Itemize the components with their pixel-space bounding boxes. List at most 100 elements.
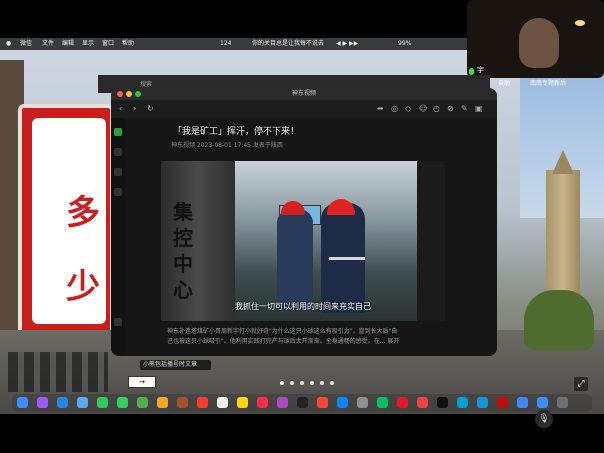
wallpaper-red-sign: 多 少 xyxy=(18,104,114,340)
dock-safari-icon[interactable] xyxy=(57,397,68,408)
dock-music-icon[interactable] xyxy=(257,397,268,408)
dock-photos-icon[interactable] xyxy=(157,397,168,408)
dock-finder-icon[interactable] xyxy=(17,397,28,408)
dock-bilibili-icon[interactable] xyxy=(457,397,468,408)
info-icon[interactable]: ▣ xyxy=(475,103,483,115)
history-icon[interactable]: ◴ xyxy=(433,103,440,115)
apple-icon[interactable]: ● xyxy=(6,38,11,50)
reflective-stripe xyxy=(329,257,365,260)
article-meta: 神东视频 2023-08-01 17:45 发表于陕西 xyxy=(171,142,283,149)
right-label-1[interactable]: 自助 xyxy=(498,80,510,87)
dock-launchpad-icon[interactable] xyxy=(37,397,48,408)
dock xyxy=(12,394,592,412)
edit-icon[interactable]: ✎ xyxy=(461,103,468,115)
page-dot[interactable] xyxy=(300,381,304,385)
video-window: 神东视频 ‹ › ↻ ➦ ◎ ◇ ☺ ◴ ⊘ ✎ ▣ 「我是矿工」挥汗，停不下来… xyxy=(111,88,497,356)
right-sidebar-labels: 自助 南南专题新后 xyxy=(498,78,566,87)
page-dot[interactable] xyxy=(280,381,284,385)
mic-off-icon[interactable]: 🎙 xyxy=(535,410,553,428)
dock-tv-icon[interactable] xyxy=(297,397,308,408)
vertical-sign-text: 集 控 中 心 xyxy=(171,199,195,303)
dock-appstore-icon[interactable] xyxy=(337,397,348,408)
page-dot[interactable] xyxy=(290,381,294,385)
dock-podcasts-icon[interactable] xyxy=(277,397,288,408)
dock-reminders-icon[interactable] xyxy=(217,397,228,408)
video-call-pip[interactable]: 宇 xyxy=(467,0,604,78)
dock-messages-icon[interactable] xyxy=(117,397,128,408)
menu-item-edit[interactable]: 编辑 xyxy=(62,38,74,50)
settings-icon[interactable] xyxy=(114,318,122,326)
heart-icon[interactable]: ◇ xyxy=(405,103,411,115)
sign-char: 集 xyxy=(173,200,193,224)
battery-value: 124 xyxy=(220,40,232,47)
wallpaper-people xyxy=(8,352,108,392)
chat-icon[interactable] xyxy=(114,128,122,136)
dock-mail-icon[interactable] xyxy=(77,397,88,408)
worker-left xyxy=(277,209,313,309)
dock-maps-icon[interactable] xyxy=(137,397,148,408)
wallpaper-sign-text: 多 少 xyxy=(66,193,100,307)
sign-char: 心 xyxy=(173,278,193,302)
sign-char: 控 xyxy=(173,226,193,250)
globe-icon[interactable]: ◎ xyxy=(391,103,398,115)
menu-item-window[interactable]: 窗口 xyxy=(102,38,114,50)
menu-item-file[interactable]: 文件 xyxy=(42,38,54,50)
menu-item-help[interactable]: 帮助 xyxy=(122,38,134,50)
dock-notes-icon[interactable] xyxy=(237,397,248,408)
dock-netease-icon[interactable] xyxy=(497,397,508,408)
article-description-line1: 神东补连塔煤矿小哥周新宇打小就好奇"为什么这只小球这么有吸引力"，直到长大后"自 xyxy=(167,328,398,335)
dock-qq-icon[interactable] xyxy=(477,397,488,408)
sign-char: 中 xyxy=(173,252,193,276)
refresh-icon[interactable]: ↻ xyxy=(147,103,154,115)
article-headline: 「我是矿工」挥汗，停不下来！ xyxy=(173,127,300,137)
video-frame[interactable]: 集 控 中 心 xyxy=(161,161,445,321)
now-playing-marquee[interactable]: 你的关目总是让我每不说去 xyxy=(252,38,324,50)
background-lamp xyxy=(575,20,585,26)
dock-news-icon[interactable] xyxy=(317,397,328,408)
participant-name: 宇 xyxy=(477,66,484,74)
favorites-icon[interactable] xyxy=(114,168,122,176)
wallpaper-tower xyxy=(546,170,580,310)
files-icon[interactable] xyxy=(114,188,122,196)
article-description-line2[interactable]: 己也被这只小球吸引"。他利用实践打完产与球后大开渐渐。全身通畅的感受。在... … xyxy=(167,336,399,345)
page-dot[interactable] xyxy=(330,381,334,385)
dock-facetime-icon[interactable] xyxy=(97,397,108,408)
menu-item-view[interactable]: 显示 xyxy=(82,38,94,50)
wallpaper-tower-top xyxy=(552,150,574,174)
dock-contacts-icon[interactable] xyxy=(177,397,188,408)
menu-app-name[interactable]: 微信 xyxy=(20,38,32,50)
dark-wall xyxy=(417,161,445,321)
participant-video xyxy=(519,18,559,68)
media-controls-icon[interactable]: ◀ ▶ ▶▶ xyxy=(336,38,358,50)
page-dot[interactable] xyxy=(310,381,314,385)
dock-settings-icon[interactable] xyxy=(357,397,368,408)
window-title: 神东视频 xyxy=(291,90,316,97)
video-caption: 我抓住一切可以利用的时间来充实自己 xyxy=(235,302,371,311)
dock-weibo-icon[interactable] xyxy=(397,397,408,408)
dock-douyin-icon[interactable] xyxy=(437,397,448,408)
back-tab-label[interactable]: 搜索 xyxy=(140,79,152,88)
screen-bottom-bar xyxy=(0,414,604,453)
dock-toutiao-icon[interactable] xyxy=(417,397,428,408)
dock-chrome-icon[interactable] xyxy=(517,397,528,408)
chevron-right-icon[interactable]: › xyxy=(133,103,136,115)
dock-trash-icon[interactable] xyxy=(557,397,568,408)
dock-calendar-icon[interactable] xyxy=(197,397,208,408)
window-toolbar: ‹ › ↻ ➦ ◎ ◇ ☺ ◴ ⊘ ✎ ▣ xyxy=(111,100,497,118)
window-sidebar xyxy=(111,118,125,356)
window-titlebar[interactable]: 神东视频 xyxy=(111,88,497,100)
link-icon[interactable]: ⊘ xyxy=(447,103,454,115)
share-icon[interactable]: ➦ xyxy=(377,103,384,115)
expand-icon[interactable]: ⤢ xyxy=(574,377,588,391)
page-dot[interactable] xyxy=(320,381,324,385)
chevron-left-icon[interactable]: ‹ xyxy=(119,103,122,115)
mini-window-label[interactable]: 小熊包括播号时文章 xyxy=(140,360,211,370)
dock-finder2-icon[interactable] xyxy=(537,397,548,408)
dock-wechat-icon[interactable] xyxy=(377,397,388,408)
street-sign: → xyxy=(128,376,156,388)
contacts-icon[interactable] xyxy=(114,148,122,156)
person-icon[interactable]: ☺ xyxy=(419,103,427,115)
weather-value[interactable]: 99% xyxy=(398,38,411,50)
desktop-page-dots[interactable] xyxy=(280,381,340,387)
right-label-2[interactable]: 南南专题新后 xyxy=(530,80,566,87)
